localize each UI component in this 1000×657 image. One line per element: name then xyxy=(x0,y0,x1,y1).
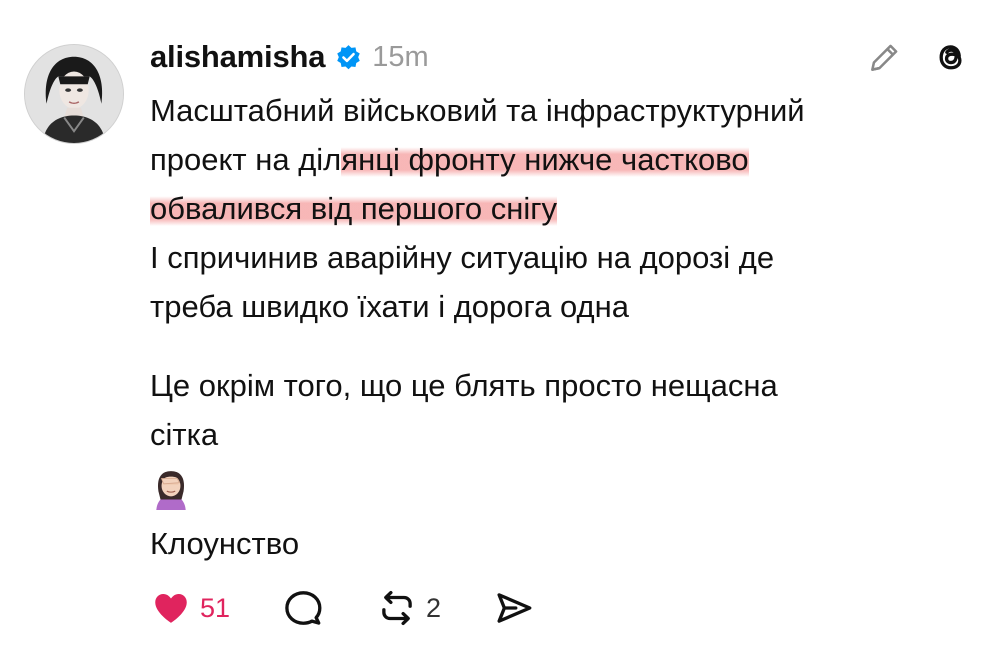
post-text-line: проект на ділянці фронту нижче частково xyxy=(150,135,950,184)
woman-facepalming-icon xyxy=(156,471,186,510)
post-text-line: сітка xyxy=(150,417,219,452)
action-bar: 51 2 xyxy=(150,585,587,631)
repost-count: 2 xyxy=(426,592,442,623)
comment-bubble-icon xyxy=(285,591,322,625)
threads-logo-icon[interactable] xyxy=(932,38,970,76)
post-text-line: Масштабний військовий та інфраструктурни… xyxy=(150,93,805,128)
repost-button[interactable]: 2 xyxy=(376,587,441,629)
verified-badge-icon xyxy=(337,44,361,69)
send-icon xyxy=(497,593,532,623)
post-text-line: І спричинив аварійну ситуацію на дорозі … xyxy=(150,240,775,275)
post-text-fragment: проект на діл xyxy=(150,142,342,177)
post-text-line: обвалився від першого снігу xyxy=(150,184,950,233)
heart-icon xyxy=(155,594,187,623)
avatar[interactable] xyxy=(24,44,124,144)
username[interactable]: alishamisha xyxy=(150,39,325,75)
like-button[interactable]: 51 xyxy=(150,587,230,629)
post-text-line: треба швидко їхати і дорога одна xyxy=(150,289,629,324)
emoji-line xyxy=(150,459,950,519)
like-count: 51 xyxy=(200,592,231,623)
highlighted-text: обвалився від першого снігу xyxy=(150,191,558,226)
post-body: Масштабний військовий та інфраструктурни… xyxy=(150,86,950,568)
reply-button[interactable] xyxy=(282,587,324,629)
post-header: alishamisha 15m xyxy=(150,36,429,78)
post-toolbar xyxy=(866,38,970,76)
post-time: 15m xyxy=(372,40,429,73)
highlighted-text: янці фронту нижче частково xyxy=(341,142,749,177)
post-text-line: Це окрім того, що це блять просто нещасн… xyxy=(150,368,778,403)
pencil-icon[interactable] xyxy=(866,38,904,76)
post-text-line: Клоунство xyxy=(150,526,300,561)
share-button[interactable] xyxy=(493,587,535,629)
avatar-image xyxy=(25,45,123,143)
repost-icon xyxy=(382,590,412,626)
